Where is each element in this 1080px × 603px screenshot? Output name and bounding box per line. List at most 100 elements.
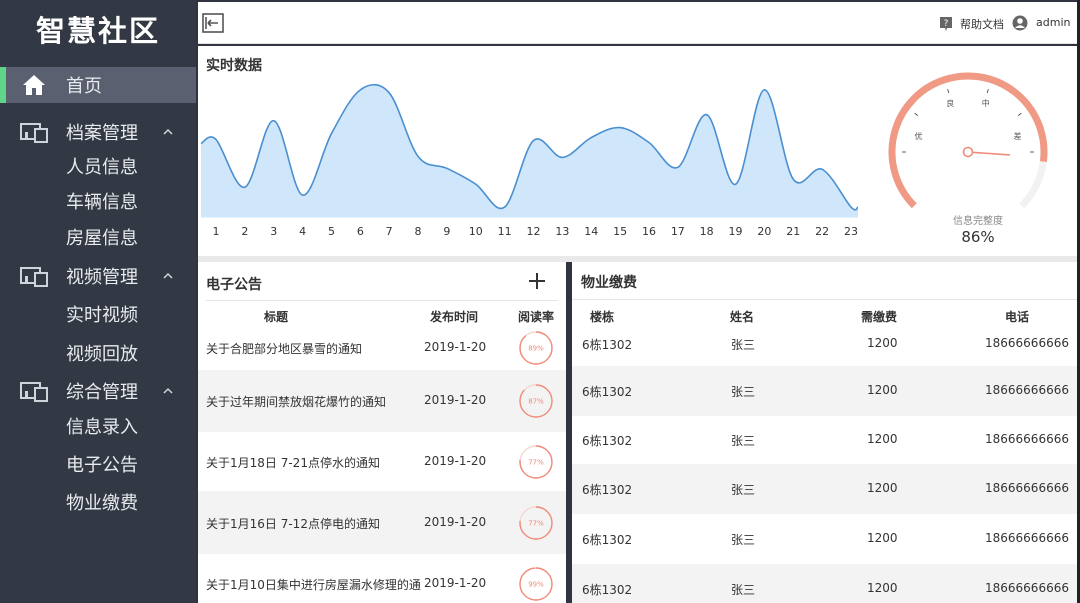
fee-cell: 1200: [867, 581, 898, 595]
ring-label: 77%: [528, 458, 544, 466]
help-icon[interactable]: ?: [938, 16, 954, 32]
notice-title-cell[interactable]: 关于1月10日集中进行房屋漏水修理的通: [206, 576, 421, 593]
x-tick-label: 2: [241, 225, 248, 238]
fee-cell: 1200: [867, 481, 898, 495]
sidebar-item-home[interactable]: 首页: [0, 67, 196, 103]
collapse-menu-icon[interactable]: [202, 13, 224, 33]
brand-title: 智慧社区: [35, 14, 160, 48]
gauge-scale-label: 中: [982, 98, 990, 108]
sidebar-item-playback[interactable]: 视频回放: [66, 340, 138, 366]
chevron-up-icon: [163, 128, 173, 135]
svg-text:?: ?: [944, 19, 949, 29]
sidebar-item-live-video[interactable]: 实时视频: [66, 301, 138, 327]
notice-title: 电子公告: [206, 277, 262, 293]
gauge-value: 86%: [961, 228, 995, 246]
x-tick-label: 9: [443, 225, 450, 238]
gauge-needle: [967, 151, 1010, 156]
table-row[interactable]: 6栋1302 张三 1200 18666666666: [572, 564, 1077, 603]
table-row[interactable]: 关于1月16日 7-12点停电的通知 2019-1-20 77%: [198, 491, 566, 554]
gauge-dial: 优 良 中差: [888, 72, 1048, 209]
table-row[interactable]: 6栋1302 张三 1200 18666666666: [572, 366, 1077, 416]
sidebar-group-general[interactable]: 综合管理: [0, 373, 196, 409]
x-tick-label: 3: [270, 225, 277, 238]
fee-cell: 1200: [867, 531, 898, 545]
table-row[interactable]: 关于1月10日集中进行房屋漏水修理的通 2019-1-20 99%: [198, 554, 566, 603]
name-cell: 张三: [731, 533, 756, 547]
sidebar-item-house[interactable]: 房屋信息: [66, 224, 138, 250]
col-header-fee: 需缴费: [861, 310, 898, 324]
sidebar-item-fee[interactable]: 物业缴费: [66, 489, 138, 515]
read-rate-ring: 87%: [519, 384, 553, 418]
x-tick-label: 7: [386, 225, 393, 238]
x-tick-label: 20: [757, 225, 771, 238]
read-rate-ring: 89%: [519, 331, 553, 365]
read-rate-ring: 99%: [519, 567, 553, 601]
x-tick-label: 5: [328, 225, 335, 238]
notice-title-cell[interactable]: 关于1月18日 7-21点停水的通知: [206, 454, 380, 471]
table-row[interactable]: 关于过年期间禁放烟花爆竹的通知 2019-1-20 87%: [198, 370, 566, 432]
x-tick-label: 23: [844, 225, 858, 238]
phone-cell: 18666666666: [985, 383, 1069, 397]
col-header-title: 标题: [264, 310, 289, 324]
x-tick-label: 16: [642, 225, 656, 238]
gauge-scale-label: 优: [915, 131, 923, 141]
table-row[interactable]: 6栋1302 张三 1200 18666666666: [572, 464, 1077, 514]
table-row[interactable]: 6栋1302 张三 1200 18666666666: [572, 416, 1077, 464]
notice-date-cell: 2019-1-20: [424, 393, 487, 407]
notice-title-cell[interactable]: 关于过年期间禁放烟花爆竹的通知: [206, 393, 386, 410]
ring-label: 87%: [528, 398, 544, 406]
building-cell: 6栋1302: [582, 483, 633, 497]
device-icon: [20, 264, 48, 288]
table-row[interactable]: 6栋1302 张三 1200 18666666666: [572, 514, 1077, 564]
fee-cell: 1200: [867, 383, 898, 397]
fee-title: 物业缴费: [581, 275, 637, 291]
x-tick-label: 10: [469, 225, 483, 238]
x-tick-label: 13: [555, 225, 569, 238]
sidebar-group-video[interactable]: 视频管理: [0, 258, 196, 294]
table-row[interactable]: 关于1月18日 7-21点停水的通知 2019-1-20 77%: [198, 432, 566, 491]
notice-date-cell: 2019-1-20: [424, 576, 487, 590]
sidebar-group-archive[interactable]: 档案管理: [0, 114, 196, 150]
col-header-name: 姓名: [730, 310, 755, 324]
col-header-date: 发布时间: [430, 310, 479, 324]
notice-title-cell[interactable]: 关于合肥部分地区暴雪的通知: [206, 340, 362, 357]
sidebar-item-vehicle[interactable]: 车辆信息: [66, 188, 138, 214]
building-cell: 6栋1302: [582, 338, 633, 352]
x-tick-label: 19: [729, 225, 743, 238]
gauge-scale-label: 良: [946, 98, 954, 108]
sidebar-group-label: 综合管理: [66, 382, 138, 403]
x-tick-label: 8: [415, 225, 422, 238]
notice-date-cell: 2019-1-20: [424, 340, 487, 354]
fee-cell: 1200: [867, 432, 898, 446]
area-fill: [201, 84, 858, 217]
col-header-phone: 电话: [1005, 310, 1030, 324]
sidebar-item-notice[interactable]: 电子公告: [66, 451, 138, 477]
user-avatar-icon[interactable]: [1012, 15, 1028, 31]
add-notice-button[interactable]: [526, 270, 548, 292]
topbar: ? 帮助文档 admin: [198, 2, 1077, 44]
ring-label: 77%: [528, 519, 544, 527]
sidebar-item-info-entry[interactable]: 信息录入: [66, 413, 138, 439]
help-docs-link[interactable]: 帮助文档: [960, 16, 1004, 32]
header-divider: [206, 300, 558, 301]
gauge-caption: 信息完整度: [953, 216, 1003, 227]
gauge-hub: [962, 146, 974, 158]
x-tick-label: 12: [527, 225, 541, 238]
username[interactable]: admin: [1036, 16, 1070, 29]
read-rate-ring: 77%: [519, 444, 553, 479]
name-cell: 张三: [731, 583, 756, 597]
gauge-tick: [1017, 112, 1022, 116]
sidebar-group-label: 视频管理: [66, 267, 138, 288]
phone-cell: 18666666666: [985, 481, 1069, 495]
building-cell: 6栋1302: [582, 583, 633, 597]
table-row[interactable]: 6栋1302 张三 1200 18666666666: [572, 328, 1077, 366]
name-cell: 张三: [731, 483, 756, 497]
phone-cell: 18666666666: [985, 531, 1069, 545]
fee-cell: 1200: [867, 336, 898, 350]
phone-cell: 18666666666: [985, 336, 1069, 350]
ring-label: 99%: [528, 581, 544, 589]
notice-title-cell[interactable]: 关于1月16日 7-12点停电的通知: [206, 515, 380, 532]
table-row[interactable]: 关于合肥部分地区暴雪的通知 2019-1-20 89%: [198, 326, 566, 370]
sidebar-item-people[interactable]: 人员信息: [66, 153, 138, 179]
notice-date-cell: 2019-1-20: [424, 514, 487, 529]
